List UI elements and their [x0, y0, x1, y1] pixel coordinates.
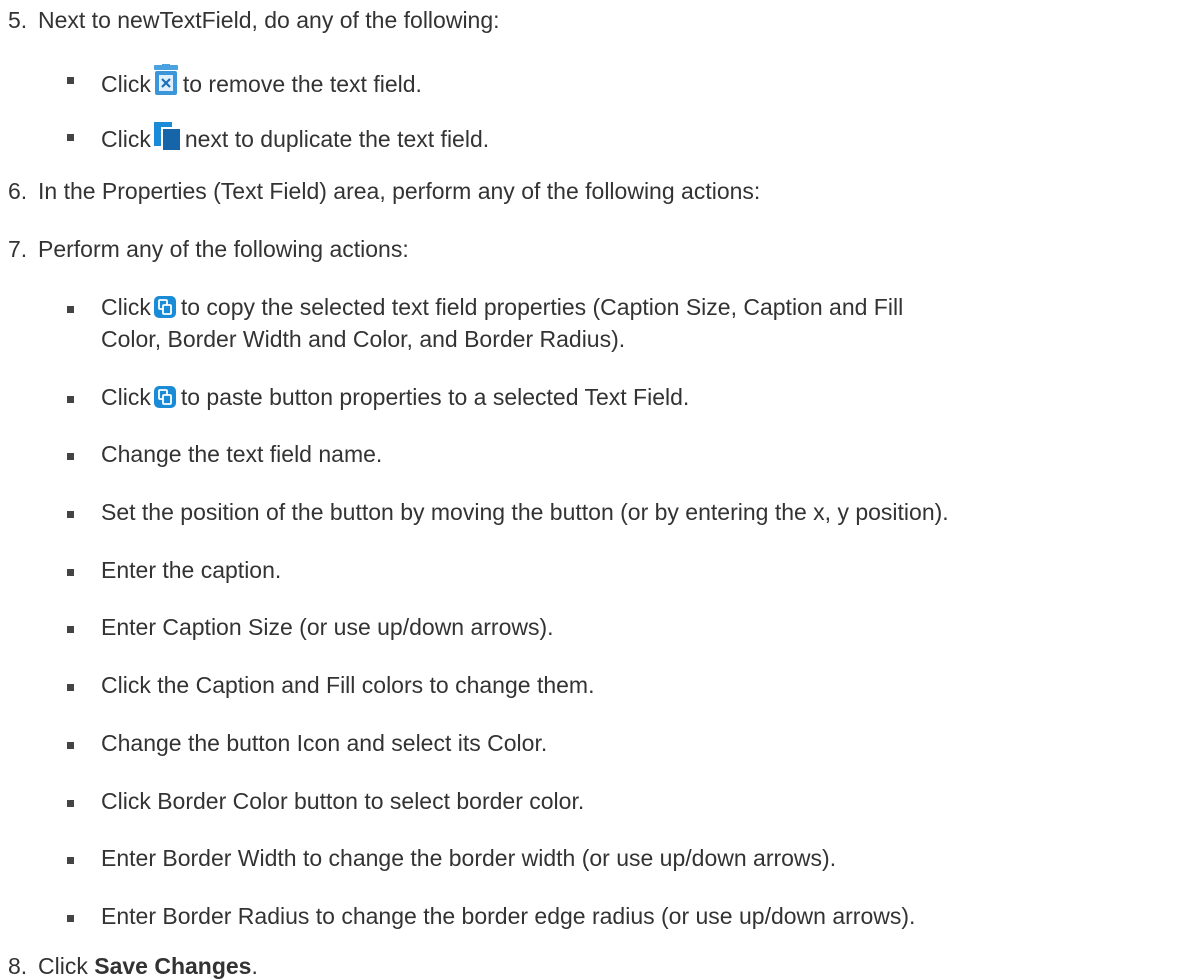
- step-number: 7.: [8, 236, 28, 262]
- bullet: [67, 306, 74, 313]
- list-item: Click the Caption and Fill colors to cha…: [101, 672, 595, 698]
- step-text: In the Properties (Text Field) area, per…: [38, 178, 761, 204]
- list-item: Click Border Color button to select bord…: [101, 788, 585, 814]
- item-text: to copy the selected text field properti…: [180, 294, 904, 320]
- bullet: [67, 569, 74, 576]
- step-6: 6. In the Properties (Text Field) area, p…: [8, 177, 760, 205]
- list-item: Click to paste button properties to a se…: [101, 383, 689, 415]
- item-text: Click: [101, 71, 151, 97]
- list-item: Click to copy the selected text field pr…: [101, 293, 903, 325]
- list-item: Change the button Icon and select its Co…: [101, 730, 548, 756]
- list-item: Enter Caption Size (or use up/down arrow…: [101, 614, 554, 640]
- step-text: Next to newTextField, do any of the foll…: [38, 7, 500, 33]
- bullet: [67, 396, 74, 403]
- bullet: [67, 800, 74, 807]
- bullet: [67, 684, 74, 691]
- bullet: [67, 77, 74, 84]
- bullet: [67, 511, 74, 518]
- step-number: 5.: [8, 7, 28, 33]
- item-text: Click: [101, 126, 151, 152]
- paste-properties-icon[interactable]: [153, 385, 177, 415]
- item-text: Click: [101, 384, 151, 410]
- step-text: Perform any of the following actions:: [38, 236, 409, 262]
- bullet: [67, 453, 74, 460]
- list-item: Change the text field name.: [101, 441, 383, 467]
- list-item: Click to remove the text field.: [101, 64, 422, 102]
- list-item: Enter the caption.: [101, 557, 282, 583]
- item-text: Click: [101, 294, 151, 320]
- list-item: Enter Border Width to change the border …: [101, 845, 837, 871]
- step-7: 7. Perform any of the following actions:: [8, 235, 409, 263]
- trash-icon[interactable]: [153, 64, 179, 102]
- item-text: to paste button properties to a selected…: [180, 384, 690, 410]
- bullet: [67, 134, 74, 141]
- item-text: next to duplicate the text field.: [184, 126, 490, 152]
- bullet: [67, 915, 74, 922]
- step-8: 8. Click Save Changes.: [8, 952, 258, 980]
- list-item-continuation: Color, Border Width and Color, and Borde…: [101, 326, 626, 352]
- list-item: Click next to duplicate the text field.: [101, 121, 489, 157]
- step-text-end: .: [251, 953, 258, 979]
- step-5: 5. Next to newTextField, do any of the fo…: [8, 6, 500, 34]
- step-number: 6.: [8, 178, 28, 204]
- copy-properties-icon[interactable]: [153, 295, 177, 325]
- list-item: Enter Border Radius to change the border…: [101, 903, 916, 929]
- bullet: [67, 857, 74, 864]
- item-text: to remove the text field.: [182, 71, 422, 97]
- bullet: [67, 626, 74, 633]
- save-changes-label: Save Changes: [94, 953, 252, 979]
- step-text: Click: [38, 953, 88, 979]
- duplicate-icon[interactable]: [153, 121, 181, 157]
- step-number: 8.: [8, 953, 28, 979]
- list-item: Set the position of the button by moving…: [101, 499, 949, 525]
- bullet: [67, 742, 74, 749]
